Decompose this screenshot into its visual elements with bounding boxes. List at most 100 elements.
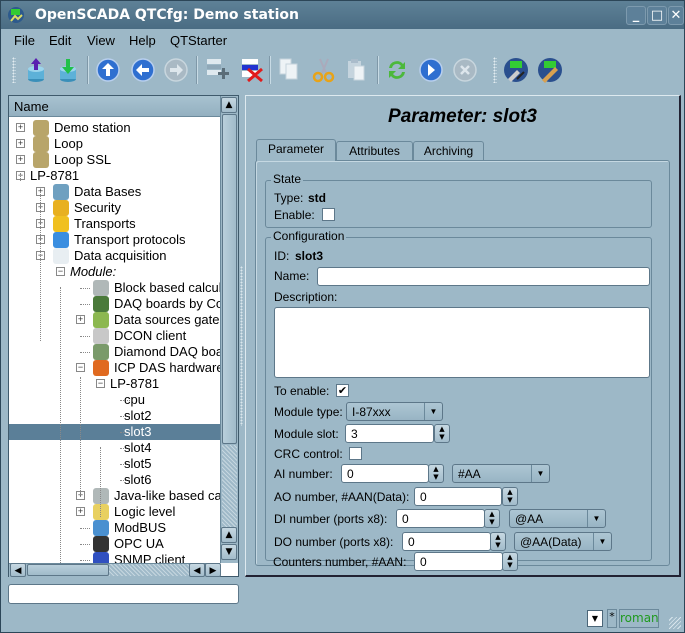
maximize-button[interactable]: □ <box>647 6 667 25</box>
do-number-spinner[interactable]: ▲ ▼ <box>490 532 506 551</box>
horizontal-scroll-track[interactable] <box>109 564 197 576</box>
tree-column-header[interactable]: Name <box>9 96 220 117</box>
scroll-left-button[interactable]: ◀ <box>10 563 26 577</box>
stop-icon[interactable] <box>450 55 480 85</box>
horizontal-scroll-thumb[interactable] <box>27 564 109 576</box>
tree-node[interactable]: − LP-8781 <box>9 168 220 184</box>
module-slot-spinner[interactable]: ▲ ▼ <box>434 424 450 443</box>
scroll-up-button-lower[interactable]: ▲ <box>221 527 237 543</box>
to-enable-checkbox[interactable]: ✔ <box>336 384 349 397</box>
di-number-input[interactable] <box>396 509 485 528</box>
vertical-scroll-thumb[interactable] <box>222 114 237 444</box>
scroll-right-button[interactable]: ▶ <box>205 563 221 577</box>
counters-number-spinner[interactable]: ▲ ▼ <box>502 552 518 571</box>
tree-vertical-scrollbar[interactable]: ▲ ▲ ▼ <box>220 96 238 563</box>
tree-node[interactable]: slot3 <box>9 424 220 440</box>
tab-parameter[interactable]: Parameter <box>256 139 336 161</box>
toolbar-grip[interactable] <box>493 57 497 83</box>
di-command-select[interactable]: @AA ▼ <box>509 509 606 528</box>
station-icon <box>33 136 49 152</box>
path-field[interactable] <box>8 584 239 604</box>
load-db-icon[interactable] <box>21 55 51 85</box>
up-arrow-icon[interactable] <box>93 55 123 85</box>
tree-node[interactable]: OPC UA <box>9 536 220 552</box>
expand-icon[interactable]: + <box>76 315 85 324</box>
scroll-up-button[interactable]: ▲ <box>221 97 237 113</box>
tree-horizontal-scrollbar[interactable]: ◀ ◀ ▶ <box>9 563 221 577</box>
scroll-left-button-right[interactable]: ◀ <box>189 563 205 577</box>
resize-grip[interactable] <box>669 617 681 629</box>
state-group: State Type: std Enable: <box>265 172 652 228</box>
do-command-select[interactable]: @AA(Data) ▼ <box>514 532 612 551</box>
refresh-icon[interactable] <box>382 55 412 85</box>
tree-node[interactable]: ModBUS <box>9 520 220 536</box>
start-icon[interactable] <box>416 55 446 85</box>
add-item-icon[interactable] <box>201 55 231 85</box>
ai-command-select[interactable]: #AA ▼ <box>452 464 550 483</box>
delete-item-icon[interactable] <box>236 55 266 85</box>
save-db-icon[interactable] <box>53 55 83 85</box>
paste-icon[interactable] <box>341 55 371 85</box>
ao-number-input[interactable] <box>414 487 502 506</box>
tree-node[interactable]: slot5 <box>9 456 220 472</box>
menu-help[interactable]: Help <box>129 33 156 48</box>
tree-node[interactable]: + Java-like based cal <box>9 488 220 504</box>
tree-node[interactable]: Diamond DAQ boar <box>9 344 220 360</box>
modbus-icon <box>93 520 109 536</box>
collapse-icon[interactable]: − <box>76 363 85 372</box>
tree-node-label: Security <box>74 200 121 215</box>
scroll-down-button[interactable]: ▼ <box>221 544 237 560</box>
expand-icon[interactable]: + <box>16 155 25 164</box>
menu-view[interactable]: View <box>87 33 115 48</box>
tree-node[interactable]: − ICP DAS hardware <box>9 360 220 376</box>
copy-icon[interactable] <box>274 55 304 85</box>
tab-archiving[interactable]: Archiving <box>413 141 484 161</box>
menu-qtstarter[interactable]: QTStarter <box>170 33 227 48</box>
vertical-scroll-track[interactable] <box>222 445 237 527</box>
station-edit-icon[interactable] <box>535 55 565 85</box>
tree-node[interactable]: + Loop <box>9 136 220 152</box>
do-number-input[interactable] <box>402 532 491 551</box>
tree-node[interactable]: slot2 <box>9 408 220 424</box>
tree-node[interactable]: + Loop SSL <box>9 152 220 168</box>
collapse-icon[interactable]: − <box>96 379 105 388</box>
ai-number-input[interactable] <box>341 464 429 483</box>
di-number-spinner[interactable]: ▲ ▼ <box>484 509 500 528</box>
minimize-button[interactable]: _ <box>626 6 646 25</box>
expand-icon[interactable]: + <box>16 139 25 148</box>
tree-node[interactable]: slot6 <box>9 472 220 488</box>
main-window: OpenSCADA QTCfg: Demo station _ □ ✕ File… <box>0 0 685 633</box>
user-indicator[interactable]: roman <box>619 609 659 628</box>
expand-icon[interactable]: + <box>76 507 85 516</box>
counters-number-input[interactable] <box>414 552 503 571</box>
module-type-select[interactable]: I-87xxx ▼ <box>346 402 443 421</box>
status-menu-button[interactable]: ▼ <box>587 610 603 627</box>
navigation-tree[interactable]: + Demo station + Loop + Loop SSL − LP-8781 + Data… <box>9 117 220 563</box>
tree-node[interactable]: SNMP client <box>9 552 220 563</box>
back-arrow-icon[interactable] <box>128 55 158 85</box>
toolbar-grip[interactable] <box>12 57 16 83</box>
crc-control-checkbox[interactable] <box>349 447 362 460</box>
tree-node[interactable]: + Logic level <box>9 504 220 520</box>
close-button[interactable]: ✕ <box>668 6 684 25</box>
cut-icon[interactable] <box>308 55 338 85</box>
module-slot-input[interactable] <box>345 424 434 443</box>
panel-splitter[interactable] <box>240 266 243 426</box>
description-textarea[interactable] <box>274 307 650 378</box>
tree-node[interactable]: + Demo station <box>9 120 220 136</box>
tree-node-label: slot6 <box>124 472 152 487</box>
name-input[interactable] <box>317 267 650 286</box>
expand-icon[interactable]: + <box>16 123 25 132</box>
station-manage-icon[interactable] <box>501 55 531 85</box>
tree-node[interactable]: slot4 <box>9 440 220 456</box>
forward-arrow-icon[interactable] <box>161 55 191 85</box>
ao-number-spinner[interactable]: ▲ ▼ <box>502 487 518 506</box>
tree-node[interactable]: − LP-8781 <box>9 376 220 392</box>
menu-file[interactable]: File <box>14 33 35 48</box>
tree-node[interactable]: cpu <box>9 392 220 408</box>
collapse-icon[interactable]: − <box>56 267 65 276</box>
ai-number-spinner[interactable]: ▲ ▼ <box>428 464 444 483</box>
tab-attributes[interactable]: Attributes <box>336 141 413 161</box>
enable-checkbox[interactable] <box>322 208 335 221</box>
menu-edit[interactable]: Edit <box>49 33 71 48</box>
